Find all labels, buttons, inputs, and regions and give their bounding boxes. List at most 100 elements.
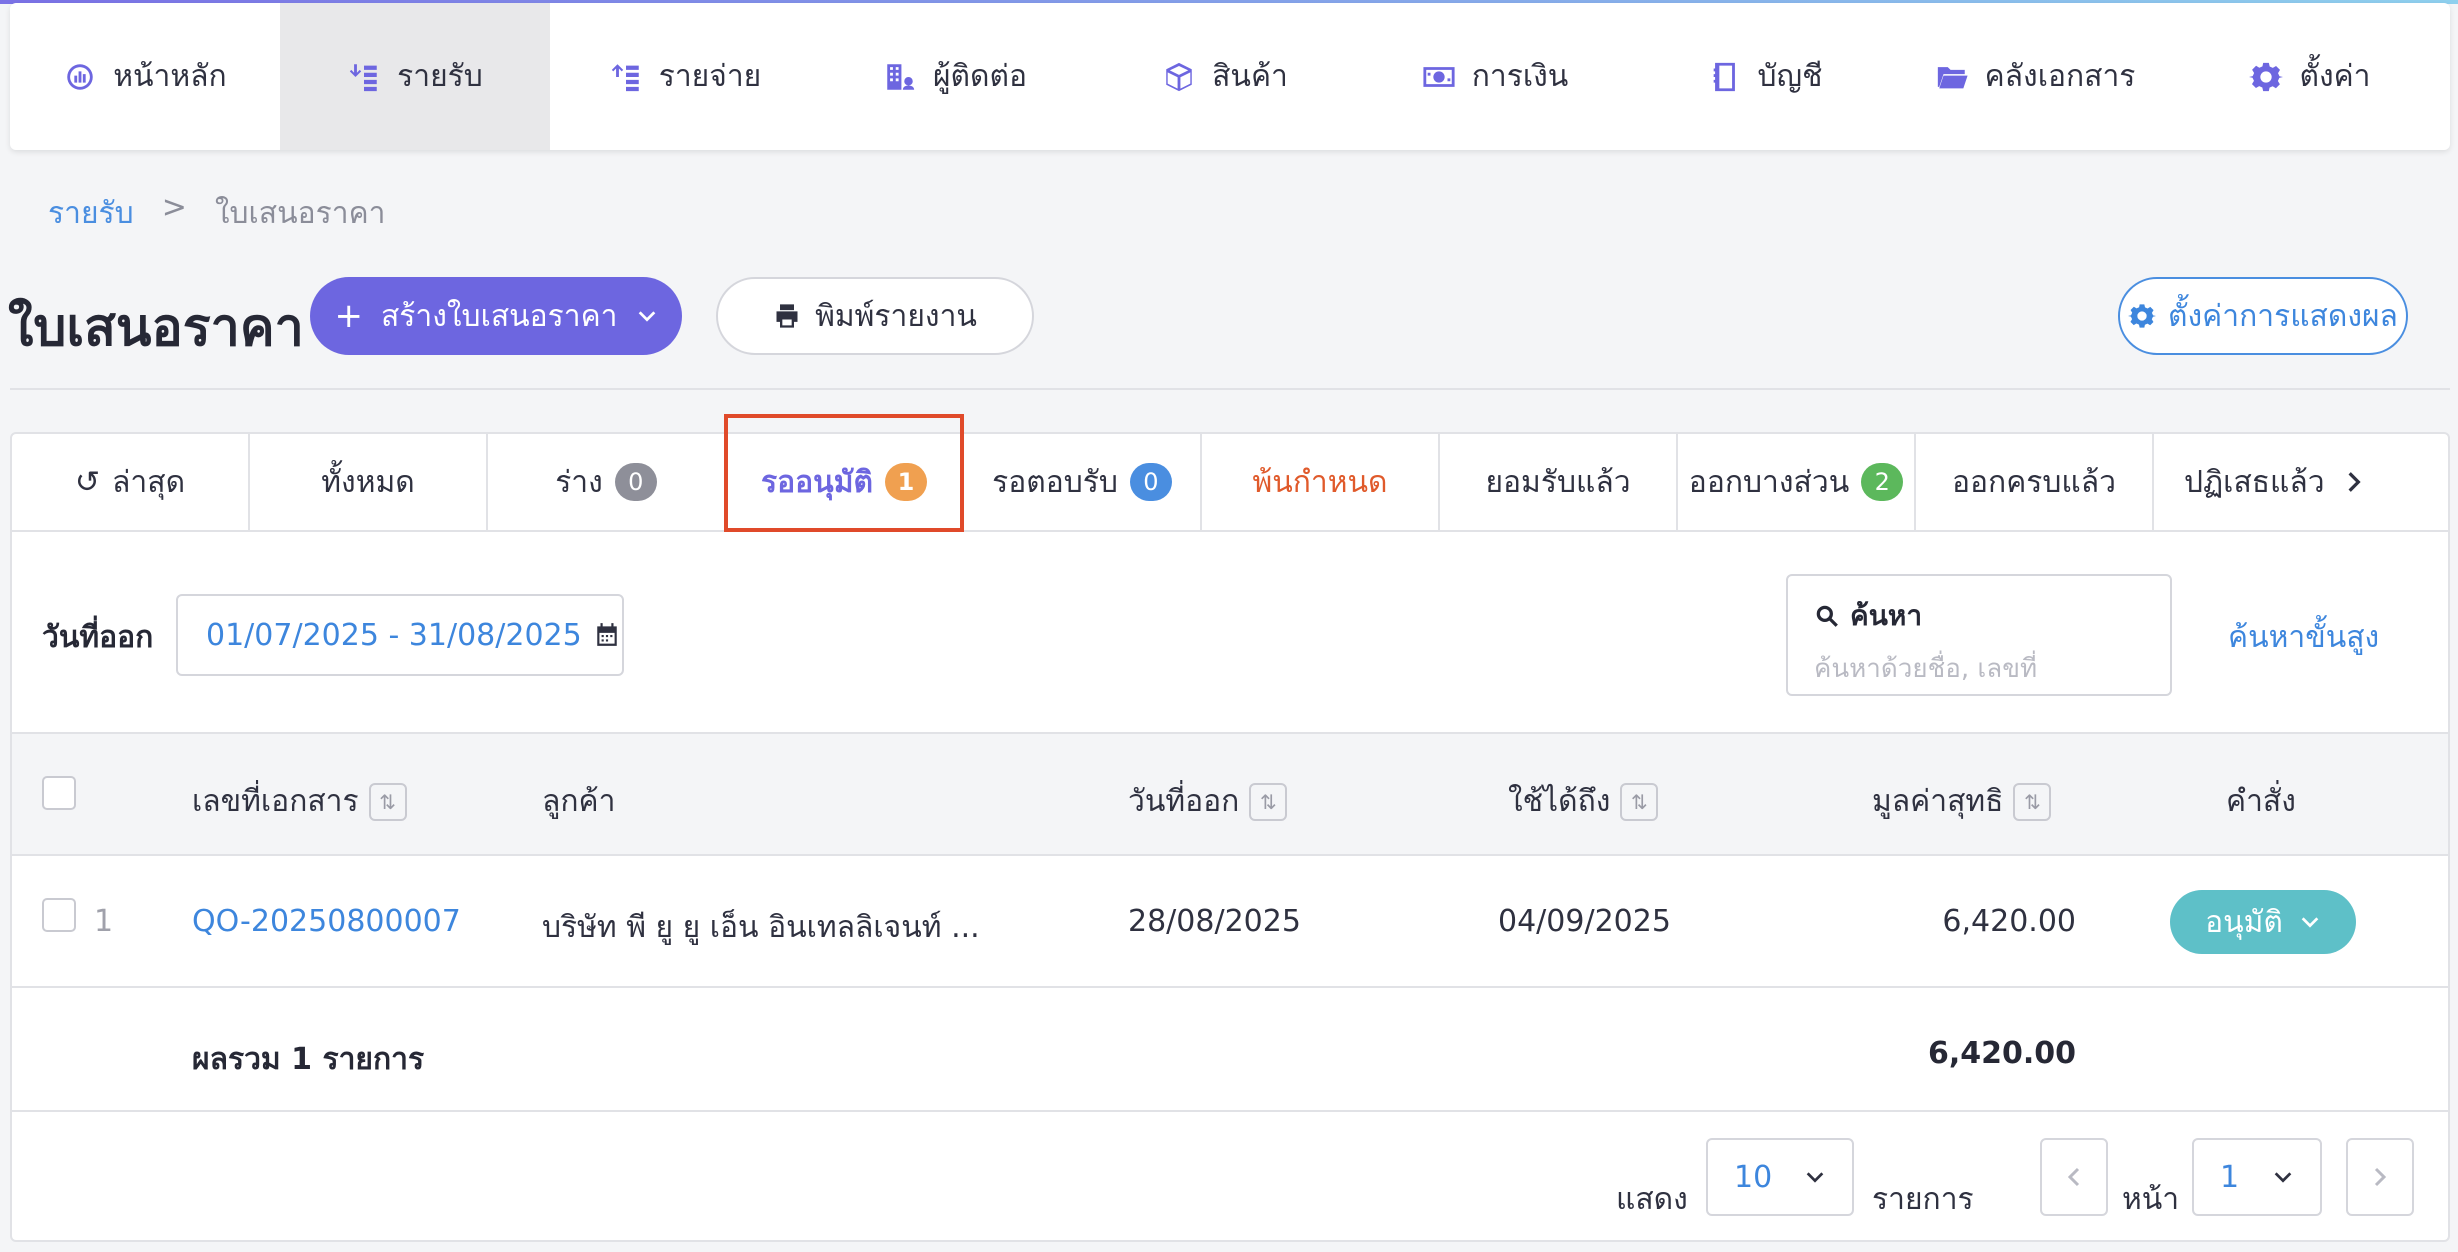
page-select[interactable]: 1 [2192,1138,2322,1216]
sort-icon[interactable]: ⇅ [1620,782,1659,821]
tab-label: ยอมรับแล้ว [1485,464,1631,500]
tab-draft[interactable]: ร่าง 0 [488,434,726,530]
page-size-value: 10 [1734,1159,1773,1195]
count-badge: 2 [1861,463,1904,501]
chevron-down-icon [638,311,655,322]
column-label: คำสั่ง [2226,784,2296,819]
search-input[interactable]: ค้นหา ค้นหาด้วยชื่อ, เลขที่ [1786,574,2172,696]
column-valid-until[interactable]: ใช้ได้ถึง ⇅ [1508,778,1659,825]
doc-number-link[interactable]: QO-20250800007 [192,904,461,939]
income-icon [349,63,377,91]
select-all-checkbox[interactable] [42,776,76,810]
column-label: ลูกค้า [542,784,616,819]
tabs-scroll-right-button[interactable] [2334,434,2374,530]
date-range-picker[interactable]: 01/07/2025 - 31/08/2025 [176,594,624,676]
page-label: หน้า [2122,1182,2180,1217]
count-badge: 0 [1129,463,1172,501]
issue-date: 28/08/2025 [1128,904,1301,939]
breadcrumb-current: ใบเสนอราคา [214,196,386,231]
tab-label: ร่าง [555,464,603,500]
tab-partially-issued[interactable]: ออกบางส่วน 2 [1678,434,1916,530]
nav-item-products[interactable]: สินค้า [1090,3,1360,150]
approve-label: อนุมัติ [2205,904,2283,940]
search-placeholder: ค้นหาด้วยชื่อ, เลขที่ [1814,654,2038,684]
expense-icon [611,63,639,91]
column-label: เลขที่เอกสาร [192,784,359,819]
tab-fully-issued[interactable]: ออกครบแล้ว [1916,434,2154,530]
nav-label: รายรับ [397,59,483,94]
count-badge: 1 [884,463,927,501]
column-issue-date[interactable]: วันที่ออก ⇅ [1128,778,1288,825]
column-action: คำสั่ง [2226,778,2296,825]
chevron-down-icon [1806,1172,1824,1183]
sort-icon[interactable]: ⇅ [368,782,407,821]
nav-label: สินค้า [1212,59,1288,94]
tab-all[interactable]: ทั้งหมด [250,434,488,530]
quotation-list-card: ↺ ล่าสุด ทั้งหมด ร่าง 0 รออนุมัติ 1 รอตอ… [10,432,2450,1242]
tab-label: ล่าสุด [112,464,186,500]
breadcrumb-parent-link[interactable]: รายรับ [48,190,134,237]
nav-label: การเงิน [1471,59,1569,94]
tab-label: ทั้งหมด [321,464,415,500]
tab-overdue[interactable]: พ้นกำหนด [1202,434,1440,530]
history-icon: ↺ [74,464,101,500]
print-report-label: พิมพ์รายงาน [815,298,977,334]
nav-item-contacts[interactable]: ผู้ติดต่อ [820,3,1090,150]
column-label: วันที่ออก [1128,784,1240,819]
contacts-icon [887,63,915,90]
sort-icon[interactable]: ⇅ [2013,782,2052,821]
approve-button[interactable]: อนุมัติ [2170,890,2356,954]
print-report-button[interactable]: พิมพ์รายงาน [716,277,1034,355]
tab-awaiting-response[interactable]: รอตอบรับ 0 [964,434,1202,530]
chevron-down-icon [2274,1172,2292,1183]
tab-rejected[interactable]: ปฏิเสธแล้ว [2154,434,2334,530]
printer-icon [776,304,798,328]
gear-icon [2128,304,2157,328]
column-customer: ลูกค้า [542,778,615,825]
row-checkbox[interactable] [42,898,76,932]
divider [10,388,2450,390]
search-icon [1816,605,1838,627]
display-settings-button[interactable]: ตั้งค่าการแสดงผล [2118,277,2408,355]
column-doc-no[interactable]: เลขที่เอกสาร ⇅ [192,778,407,825]
tab-accepted[interactable]: ยอมรับแล้ว [1440,434,1678,530]
nav-label: หน้าหลัก [113,59,227,94]
nav-item-dashboard[interactable]: หน้าหลัก [10,3,280,150]
tab-label: พ้นกำหนด [1252,464,1388,500]
table-header: เลขที่เอกสาร ⇅ ลูกค้า วันที่ออก ⇅ ใช้ได้… [12,732,2448,856]
nav-item-income[interactable]: รายรับ [280,3,550,150]
column-label: ใช้ได้ถึง [1508,784,1611,819]
prev-page-button[interactable] [2040,1138,2108,1216]
advanced-search-link[interactable]: ค้นหาขั้นสูง [2228,614,2379,661]
nav-item-settings[interactable]: ตั้งค่า [2170,3,2450,150]
tab-pending-approval[interactable]: รออนุมัติ 1 [726,434,964,530]
nav-label: บัญชี [1757,59,1823,94]
nav-item-documents[interactable]: คลังเอกสาร [1900,3,2170,150]
column-label: มูลค่าสุทธิ [1872,784,2004,819]
page-size-select[interactable]: 10 [1706,1138,1854,1216]
chevron-right-icon [2348,472,2361,492]
nav-item-expense[interactable]: รายจ่าย [550,3,820,150]
nav-item-finance[interactable]: การเงิน [1360,3,1630,150]
display-settings-label: ตั้งค่าการแสดงผล [2168,298,2398,334]
valid-until-date: 04/09/2025 [1498,904,1671,939]
nav-label: ผู้ติดต่อ [932,59,1028,94]
table-row: 1 QO-20250800007 บริษัท พี ยู ยู เอ็น อิ… [12,856,2448,988]
create-quotation-button[interactable]: + สร้างใบเสนอราคา [310,277,682,355]
table-footer: ผลรวม 1 รายการ 6,420.00 [12,988,2448,1112]
box-icon [1166,62,1192,91]
items-label: รายการ [1872,1182,1974,1217]
tab-label: ออกบางส่วน [1688,464,1850,500]
status-tabs: ↺ ล่าสุด ทั้งหมด ร่าง 0 รออนุมัติ 1 รอตอ… [12,434,2448,532]
next-page-button[interactable] [2346,1138,2414,1216]
sort-icon[interactable]: ⇅ [1249,782,1288,821]
dashboard-icon [67,63,94,90]
nav-item-accounting[interactable]: บัญชี [1630,3,1900,150]
column-net-value[interactable]: มูลค่าสุทธิ ⇅ [1872,778,2052,825]
page-title: ใบเสนอราคา [8,298,304,358]
gear-icon [2249,62,2284,91]
search-label: ค้นหา [1850,599,1923,632]
tab-label: รออนุมัติ [761,464,873,500]
tab-latest[interactable]: ↺ ล่าสุด [12,434,250,530]
nav-label: รายจ่าย [658,59,762,94]
